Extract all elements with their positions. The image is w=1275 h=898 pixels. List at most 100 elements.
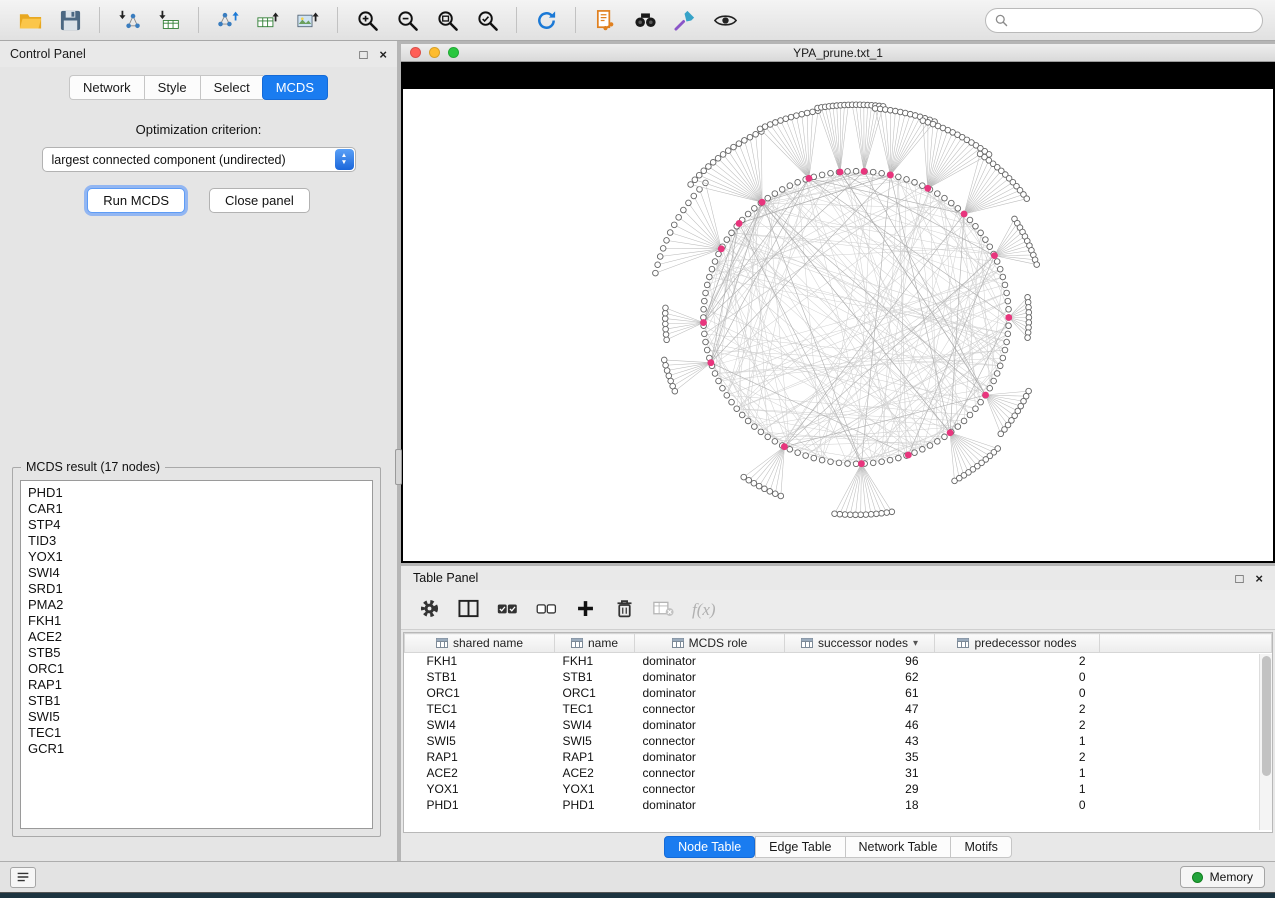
mcds-result-item[interactable]: GCR1 xyxy=(28,741,372,757)
cell-name[interactable]: STB1 xyxy=(555,669,635,685)
cell-pred[interactable]: 2 xyxy=(935,749,1100,765)
cell-shared[interactable]: SWI4 xyxy=(405,717,555,733)
cell-succ[interactable]: 18 xyxy=(785,797,935,813)
unselect-all-columns-button[interactable] xyxy=(536,598,557,622)
close-panel-button[interactable]: Close panel xyxy=(209,188,310,213)
cell-shared[interactable]: ACE2 xyxy=(405,765,555,781)
table-settings-button[interactable] xyxy=(419,598,440,622)
cell-pred[interactable]: 1 xyxy=(935,765,1100,781)
cell-pred[interactable]: 0 xyxy=(935,797,1100,813)
cell-blank[interactable] xyxy=(1100,781,1272,797)
table-row[interactable]: TEC1TEC1connector472 xyxy=(405,701,1272,717)
open-file-button[interactable] xyxy=(12,4,48,36)
table-row[interactable]: FKH1FKH1dominator962 xyxy=(405,653,1272,670)
cell-shared[interactable]: RAP1 xyxy=(405,749,555,765)
close-panel-icon[interactable]: × xyxy=(379,48,387,61)
cell-succ[interactable]: 46 xyxy=(785,717,935,733)
mcds-result-item[interactable]: SWI5 xyxy=(28,709,372,725)
mcds-result-item[interactable]: TEC1 xyxy=(28,725,372,741)
cell-role[interactable]: connector xyxy=(635,701,785,717)
cell-succ[interactable]: 62 xyxy=(785,669,935,685)
cell-pred[interactable]: 2 xyxy=(935,653,1100,670)
tab-style[interactable]: Style xyxy=(144,75,200,100)
cell-role[interactable]: dominator xyxy=(635,797,785,813)
cell-shared[interactable]: SWI5 xyxy=(405,733,555,749)
cell-succ[interactable]: 61 xyxy=(785,685,935,701)
mcds-result-item[interactable]: SWI4 xyxy=(28,565,372,581)
cell-blank[interactable] xyxy=(1100,749,1272,765)
cell-name[interactable]: ACE2 xyxy=(555,765,635,781)
cell-pred[interactable]: 2 xyxy=(935,717,1100,733)
cell-shared[interactable]: PHD1 xyxy=(405,797,555,813)
function-builder-button[interactable]: f(x) xyxy=(692,600,716,620)
table-row[interactable]: SWI5SWI5connector431 xyxy=(405,733,1272,749)
cell-shared[interactable]: ORC1 xyxy=(405,685,555,701)
delete-column-button[interactable] xyxy=(614,598,635,622)
search-field[interactable] xyxy=(985,8,1263,33)
column-header-successor-nodes[interactable]: successor nodes▾ xyxy=(785,634,935,653)
float-panel-icon[interactable]: □ xyxy=(360,48,368,61)
add-column-button[interactable] xyxy=(575,598,596,622)
table-row[interactable]: SWI4SWI4dominator462 xyxy=(405,717,1272,733)
cell-role[interactable]: connector xyxy=(635,765,785,781)
delete-table-button[interactable] xyxy=(653,598,674,622)
table-row[interactable]: ORC1ORC1dominator610 xyxy=(405,685,1272,701)
criterion-dropdown[interactable]: largest connected component (undirected)… xyxy=(42,147,356,172)
cell-shared[interactable]: STB1 xyxy=(405,669,555,685)
zoom-in-button[interactable] xyxy=(349,4,385,36)
tab-network-table[interactable]: Network Table xyxy=(845,836,951,858)
memory-button[interactable]: Memory xyxy=(1180,866,1265,888)
export-network-button[interactable] xyxy=(210,4,246,36)
column-header-predecessor-nodes[interactable]: predecessor nodes xyxy=(935,634,1100,653)
cell-pred[interactable]: 0 xyxy=(935,685,1100,701)
network-graph[interactable] xyxy=(403,89,1273,561)
cell-succ[interactable]: 47 xyxy=(785,701,935,717)
cell-blank[interactable] xyxy=(1100,685,1272,701)
cell-name[interactable]: YOX1 xyxy=(555,781,635,797)
panel-menu-button[interactable] xyxy=(10,867,36,888)
cell-name[interactable]: TEC1 xyxy=(555,701,635,717)
mcds-result-item[interactable]: FKH1 xyxy=(28,613,372,629)
cell-name[interactable]: PHD1 xyxy=(555,797,635,813)
cell-blank[interactable] xyxy=(1100,765,1272,781)
share-document-button[interactable] xyxy=(587,4,623,36)
cell-name[interactable]: SWI5 xyxy=(555,733,635,749)
mcds-result-item[interactable]: STB5 xyxy=(28,645,372,661)
cell-role[interactable]: connector xyxy=(635,733,785,749)
cell-blank[interactable] xyxy=(1100,797,1272,813)
table-row[interactable]: YOX1YOX1connector291 xyxy=(405,781,1272,797)
cell-role[interactable]: dominator xyxy=(635,653,785,670)
cell-name[interactable]: ORC1 xyxy=(555,685,635,701)
import-network-button[interactable] xyxy=(111,4,147,36)
export-image-button[interactable] xyxy=(290,4,326,36)
search-input[interactable] xyxy=(1014,13,1253,27)
table-scrollbar[interactable] xyxy=(1259,654,1272,830)
tab-mcds[interactable]: MCDS xyxy=(262,75,328,100)
cell-role[interactable]: dominator xyxy=(635,669,785,685)
mcds-result-item[interactable]: PMA2 xyxy=(28,597,372,613)
cell-succ[interactable]: 31 xyxy=(785,765,935,781)
tab-motifs[interactable]: Motifs xyxy=(950,836,1011,858)
apply-layout-button[interactable] xyxy=(528,4,564,36)
cell-succ[interactable]: 35 xyxy=(785,749,935,765)
find-button[interactable] xyxy=(627,4,663,36)
close-panel-icon[interactable]: × xyxy=(1255,572,1263,585)
tab-edge-table[interactable]: Edge Table xyxy=(755,836,844,858)
mcds-result-item[interactable]: RAP1 xyxy=(28,677,372,693)
show-columns-button[interactable] xyxy=(458,598,479,622)
mcds-result-item[interactable]: TID3 xyxy=(28,533,372,549)
select-all-columns-button[interactable] xyxy=(497,598,518,622)
run-mcds-button[interactable]: Run MCDS xyxy=(87,188,185,213)
cell-name[interactable]: RAP1 xyxy=(555,749,635,765)
zoom-fit-button[interactable] xyxy=(429,4,465,36)
mcds-result-item[interactable]: CAR1 xyxy=(28,501,372,517)
cell-shared[interactable]: TEC1 xyxy=(405,701,555,717)
show-hide-button[interactable] xyxy=(707,4,743,36)
column-header-name[interactable]: name xyxy=(555,634,635,653)
mcds-result-list[interactable]: PHD1CAR1STP4TID3YOX1SWI4SRD1PMA2FKH1ACE2… xyxy=(20,480,373,829)
mcds-result-item[interactable]: PHD1 xyxy=(28,485,372,501)
cell-blank[interactable] xyxy=(1100,733,1272,749)
zoom-selected-button[interactable] xyxy=(469,4,505,36)
tab-select[interactable]: Select xyxy=(200,75,263,100)
cell-shared[interactable]: FKH1 xyxy=(405,653,555,670)
